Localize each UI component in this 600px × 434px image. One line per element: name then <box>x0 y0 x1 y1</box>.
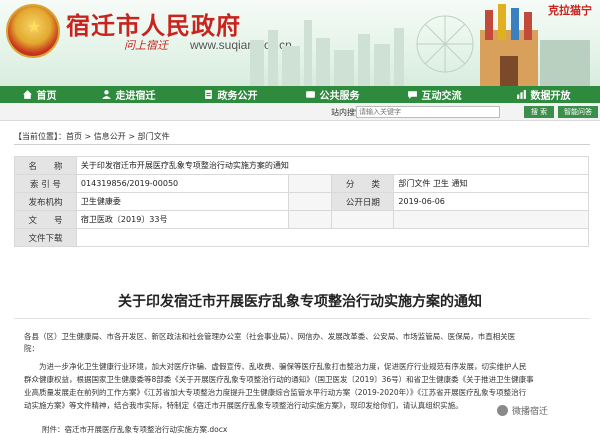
search-input[interactable] <box>356 106 500 118</box>
table-gap <box>287 210 333 229</box>
category-value: 部门文件 卫生 通知 <box>393 174 589 193</box>
divider <box>14 144 590 145</box>
national-emblem-logo: ★ <box>6 4 60 58</box>
breadcrumb-prefix: 【当前位置】： <box>14 132 66 141</box>
article-paragraph-line: 为进一步净化卫生健康行业环境，加大对医疗诈骗、虚假宣传、乱收费、骗保等医疗乱象打… <box>24 362 527 371</box>
nav-home-label: 首页 <box>36 91 57 102</box>
docno-label: 文 号 <box>14 210 77 229</box>
site-slogan: 问上宿迁 <box>124 39 168 52</box>
table-row: 文件下载 <box>14 228 590 247</box>
search-bar: 站内搜索： 搜 索 智能问答 <box>0 103 600 121</box>
name-value: 关于印发宿迁市开展医疗乱象专项整治行动实施方案的通知 <box>75 156 590 175</box>
nav-open-data[interactable]: 数据开放 <box>486 86 600 103</box>
table-gap <box>331 210 395 229</box>
city-skyline-illustration <box>250 4 590 88</box>
article-paragraph-line: 各县（区）卫生健康局、市各开发区、新区政法和社会管理办公室（社会事业局）、网信办… <box>24 332 516 341</box>
search-button[interactable]: 搜 索 <box>524 106 554 118</box>
nav-public-service-label: 公共服务 <box>319 91 360 102</box>
nav-interaction[interactable]: 互动交流 <box>382 86 486 103</box>
nav-open-data-label: 数据开放 <box>530 91 571 102</box>
index-value: 014319856/2019-00050 <box>75 174 289 193</box>
site-title: 宿迁市人民政府 <box>66 11 241 40</box>
nav-gov-affairs-label: 政务公开 <box>217 91 258 102</box>
breadcrumb-dept-files[interactable]: 部门文件 <box>138 132 170 141</box>
divider <box>14 318 590 319</box>
wechat-icon <box>497 404 508 416</box>
table-gap <box>287 174 333 193</box>
breadcrumb-info-public[interactable]: 信息公开 <box>94 132 126 141</box>
article-paragraph-line: 群众健康权益，根据国家卫生健康委等8部委《关于开展医疗乱象专项整治行动的通知》（… <box>24 375 534 384</box>
table-gap <box>287 192 333 211</box>
wechat-watermark: 微播宿迁 <box>493 401 585 419</box>
nav-about-label: 走进宿迁 <box>115 91 156 102</box>
index-label: 索 引 号 <box>14 174 77 193</box>
nav-home[interactable]: 首页 <box>0 86 78 103</box>
smart-qa-button[interactable]: 智能问答 <box>558 106 598 118</box>
article-paragraph-line: 院： <box>24 344 39 353</box>
chat-icon <box>407 91 417 99</box>
home-icon <box>22 90 32 99</box>
nav-interaction-label: 互动交流 <box>421 91 462 102</box>
docno-value: 宿卫医政〔2019〕33号 <box>75 210 289 229</box>
attachment-link[interactable]: 附件：宿迁市开展医疗乱象专项整治行动实施方案.docx <box>42 424 227 434</box>
document-icon <box>204 90 212 99</box>
table-gap <box>393 210 589 229</box>
breadcrumb-home[interactable]: 首页 <box>66 132 82 141</box>
org-value: 卫生健康委 <box>75 192 289 211</box>
article-title: 关于印发宿迁市开展医疗乱象专项整治行动实施方案的通知 <box>118 294 482 310</box>
org-label: 发布机构 <box>14 192 77 211</box>
right-slogan: 克拉猫宁 <box>548 4 592 17</box>
watermark-text: 微播宿迁 <box>512 406 549 417</box>
nav-public-service[interactable]: 公共服务 <box>282 86 382 103</box>
table-row: 发布机构 卫生健康委 公开日期 2019-06-06 <box>14 192 589 211</box>
article-paragraph-line: 业高质量发展走在前列的工作方案》《江苏省加大专项整治力度提升卫生健康综合监管水平… <box>24 388 527 397</box>
breadcrumb-separator: > <box>82 132 94 141</box>
table-row: 名 称 关于印发宿迁市开展医疗乱象专项整治行动实施方案的通知 <box>14 156 590 175</box>
star-icon: ★ <box>27 17 42 36</box>
table-row: 文 号 宿卫医政〔2019〕33号 <box>14 210 589 229</box>
date-label: 公开日期 <box>331 192 395 211</box>
site-header: ★ 宿迁市人民政府 问上宿迁 www.suqian.gov.cn 克拉猫宁 <box>0 0 600 88</box>
date-value: 2019-06-06 <box>393 192 589 211</box>
breadcrumb-separator: > <box>125 132 138 141</box>
name-label: 名 称 <box>14 156 77 175</box>
category-label: 分 类 <box>331 174 395 193</box>
main-nav: 首页 走进宿迁 政务公开 公共服务 互动交流 数据开放 <box>0 86 600 103</box>
table-row: 索 引 号 014319856/2019-00050 分 类 部门文件 卫生 通… <box>14 174 589 193</box>
nav-about[interactable]: 走进宿迁 <box>78 86 178 103</box>
service-icon <box>305 91 315 98</box>
data-icon <box>516 90 526 99</box>
download-value[interactable] <box>75 228 590 247</box>
nav-gov-affairs[interactable]: 政务公开 <box>178 86 282 103</box>
document-info-table: 名 称 关于印发宿迁市开展医疗乱象专项整治行动实施方案的通知 索 引 号 014… <box>14 156 590 247</box>
breadcrumb: 【当前位置】：首页 > 信息公开 > 部门文件 <box>14 131 170 142</box>
download-label: 文件下载 <box>14 228 77 247</box>
people-icon <box>101 90 111 99</box>
